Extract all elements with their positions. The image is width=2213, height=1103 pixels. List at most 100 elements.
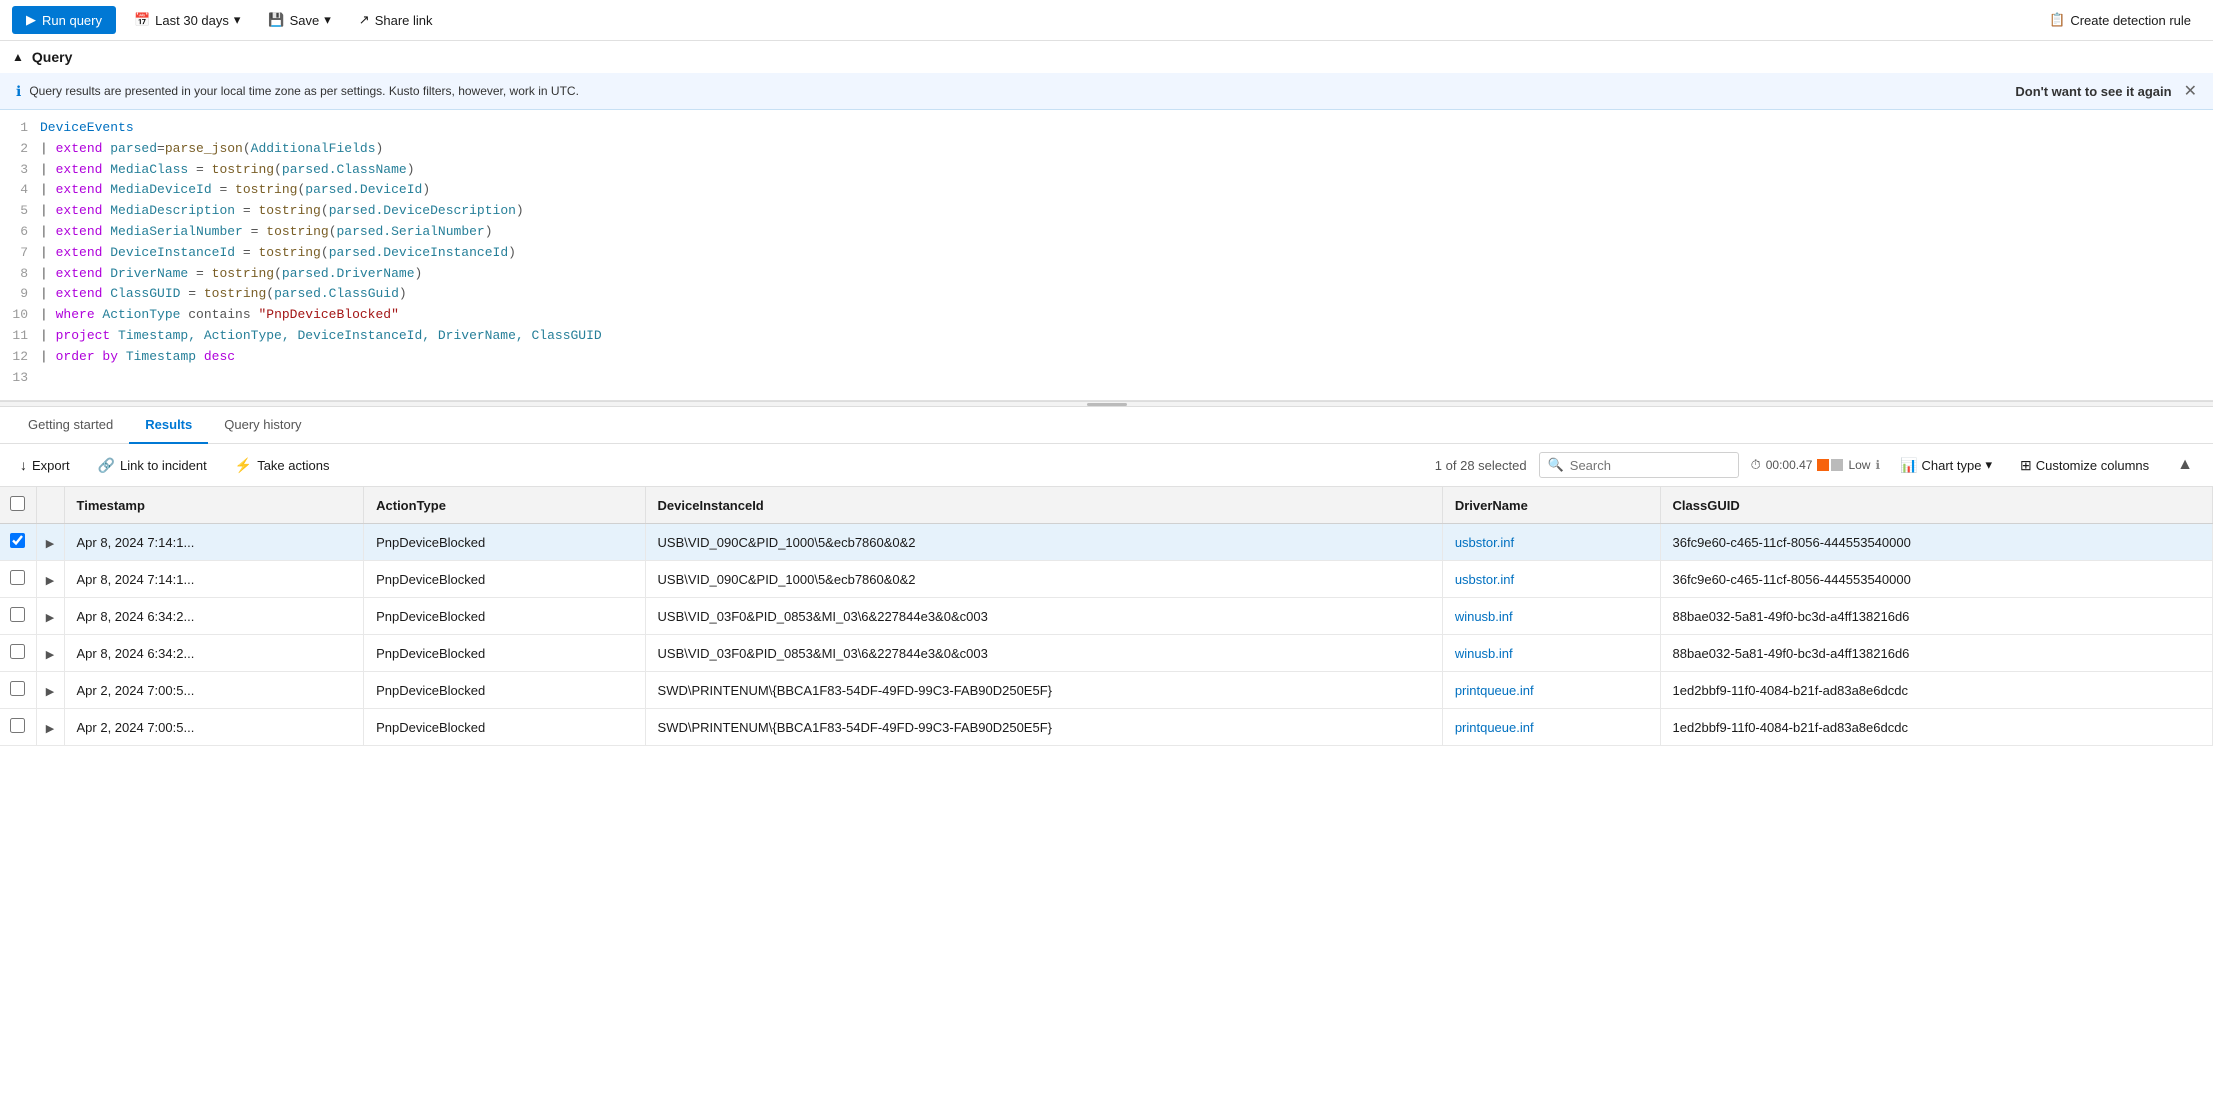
timer-sq-gray bbox=[1831, 459, 1843, 471]
select-all-header[interactable] bbox=[0, 487, 36, 524]
customize-columns-button[interactable]: ⊞ Customize columns bbox=[2012, 453, 2157, 478]
row-driver-name: winusb.inf bbox=[1442, 635, 1660, 672]
row-class-guid: 88bae032-5a81-49f0-bc3d-a4ff138216d6 bbox=[1660, 598, 2212, 635]
row-timestamp: Apr 8, 2024 6:34:2... bbox=[64, 598, 364, 635]
row-expand-button[interactable]: ▶ bbox=[46, 685, 54, 698]
info-banner-left: ℹ Query results are presented in your lo… bbox=[16, 83, 579, 100]
tab-results-label: Results bbox=[145, 417, 192, 432]
device-instance-id-header[interactable]: DeviceInstanceId bbox=[645, 487, 1442, 524]
table-row: ▶ Apr 2, 2024 7:00:5... PnpDeviceBlocked… bbox=[0, 672, 2213, 709]
code-line-9: 9 | extend ClassGUID = tostring(parsed.C… bbox=[0, 284, 2213, 305]
line-num-12: 12 bbox=[4, 347, 40, 368]
run-query-button[interactable]: ▶ Run query bbox=[12, 6, 116, 34]
select-all-checkbox[interactable] bbox=[10, 496, 25, 511]
row-expand-cell[interactable]: ▶ bbox=[36, 709, 64, 746]
row-checkbox[interactable] bbox=[10, 570, 25, 585]
row-action-type: PnpDeviceBlocked bbox=[364, 598, 645, 635]
row-checkbox[interactable] bbox=[10, 607, 25, 622]
timer-sq-orange bbox=[1817, 459, 1829, 471]
action-type-header[interactable]: ActionType bbox=[364, 487, 645, 524]
row-checkbox[interactable] bbox=[10, 644, 25, 659]
code-content-2: | extend parsed=parse_json(AdditionalFie… bbox=[40, 139, 383, 160]
create-detection-rule-button[interactable]: 📋 Create detection rule bbox=[2039, 7, 2201, 33]
date-range-button[interactable]: 📅 Last 30 days ▾ bbox=[124, 7, 250, 33]
row-expand-cell[interactable]: ▶ bbox=[36, 672, 64, 709]
line-num-7: 7 bbox=[4, 243, 40, 264]
row-expand-button[interactable]: ▶ bbox=[46, 574, 54, 587]
timestamp-header[interactable]: Timestamp bbox=[64, 487, 364, 524]
query-header-label: Query bbox=[32, 49, 72, 65]
row-device-instance-id: USB\VID_03F0&PID_0853&MI_03\6&227844e3&0… bbox=[645, 635, 1442, 672]
row-expand-button[interactable]: ▶ bbox=[46, 611, 54, 624]
row-expand-cell[interactable]: ▶ bbox=[36, 635, 64, 672]
row-checkbox-cell[interactable] bbox=[0, 672, 36, 709]
play-icon: ▶ bbox=[26, 12, 36, 28]
row-checkbox[interactable] bbox=[10, 718, 25, 733]
row-checkbox[interactable] bbox=[10, 681, 25, 696]
info-banner-close-button[interactable]: ✕ bbox=[2184, 81, 2197, 101]
search-input[interactable] bbox=[1570, 458, 1720, 473]
row-expand-cell[interactable]: ▶ bbox=[36, 598, 64, 635]
code-line-1: 1 DeviceEvents bbox=[0, 118, 2213, 139]
save-button[interactable]: 💾 Save ▾ bbox=[258, 7, 340, 33]
tab-query-history[interactable]: Query history bbox=[208, 407, 317, 444]
line-num-13: 13 bbox=[4, 368, 40, 389]
code-line-3: 3 | extend MediaClass = tostring(parsed.… bbox=[0, 160, 2213, 181]
chevron-down-icon: ▾ bbox=[234, 12, 241, 28]
row-expand-button[interactable]: ▶ bbox=[46, 648, 54, 661]
row-checkbox[interactable] bbox=[10, 533, 25, 548]
row-expand-button[interactable]: ▶ bbox=[46, 537, 54, 550]
line-num-11: 11 bbox=[4, 326, 40, 347]
results-section: Getting started Results Query history ↓ … bbox=[0, 407, 2213, 847]
results-table: Timestamp ActionType DeviceInstanceId Dr… bbox=[0, 487, 2213, 746]
scroll-up-button[interactable]: ▲ bbox=[2169, 452, 2201, 478]
run-query-label: Run query bbox=[42, 13, 102, 28]
main-toolbar: ▶ Run query 📅 Last 30 days ▾ 💾 Save ▾ ↗ … bbox=[0, 0, 2213, 41]
code-content-4: | extend MediaDeviceId = tostring(parsed… bbox=[40, 180, 430, 201]
row-class-guid: 36fc9e60-c465-11cf-8056-444553540000 bbox=[1660, 524, 2212, 561]
line-num-9: 9 bbox=[4, 284, 40, 305]
dont-show-label[interactable]: Don't want to see it again bbox=[2015, 84, 2171, 99]
row-checkbox-cell[interactable] bbox=[0, 598, 36, 635]
row-checkbox-cell[interactable] bbox=[0, 524, 36, 561]
row-driver-name: printqueue.inf bbox=[1442, 672, 1660, 709]
row-checkbox-cell[interactable] bbox=[0, 561, 36, 598]
row-checkbox-cell[interactable] bbox=[0, 709, 36, 746]
share-icon: ↗ bbox=[359, 12, 370, 28]
link-to-incident-button[interactable]: 🔗 Link to incident bbox=[90, 453, 215, 478]
table-row: ▶ Apr 8, 2024 7:14:1... PnpDeviceBlocked… bbox=[0, 561, 2213, 598]
code-line-8: 8 | extend DriverName = tostring(parsed.… bbox=[0, 264, 2213, 285]
tab-results[interactable]: Results bbox=[129, 407, 208, 444]
code-content-12: | order by Timestamp desc bbox=[40, 347, 235, 368]
chart-type-button[interactable]: 📊 Chart type ▾ bbox=[1892, 453, 2000, 478]
search-icon: 🔍 bbox=[1548, 457, 1564, 473]
line-num-3: 3 bbox=[4, 160, 40, 181]
tab-getting-started-label: Getting started bbox=[28, 417, 113, 432]
line-num-4: 4 bbox=[4, 180, 40, 201]
code-editor[interactable]: 1 DeviceEvents 2 | extend parsed=parse_j… bbox=[0, 110, 2213, 400]
device-instance-id-header-label: DeviceInstanceId bbox=[658, 498, 764, 513]
share-link-button[interactable]: ↗ Share link bbox=[349, 7, 443, 33]
row-timestamp: Apr 8, 2024 7:14:1... bbox=[64, 561, 364, 598]
class-guid-header[interactable]: ClassGUID bbox=[1660, 487, 2212, 524]
row-expand-cell[interactable]: ▶ bbox=[36, 561, 64, 598]
query-header[interactable]: ▲ Query bbox=[0, 41, 2213, 73]
search-box[interactable]: 🔍 bbox=[1539, 452, 1739, 478]
row-checkbox-cell[interactable] bbox=[0, 635, 36, 672]
table-header-row: Timestamp ActionType DeviceInstanceId Dr… bbox=[0, 487, 2213, 524]
take-actions-button[interactable]: ⚡ Take actions bbox=[227, 453, 338, 478]
divider-handle bbox=[1087, 403, 1127, 406]
row-expand-cell[interactable]: ▶ bbox=[36, 524, 64, 561]
info-message: Query results are presented in your loca… bbox=[29, 84, 579, 98]
row-driver-name: printqueue.inf bbox=[1442, 709, 1660, 746]
export-button[interactable]: ↓ Export bbox=[12, 453, 78, 477]
save-icon: 💾 bbox=[268, 12, 284, 28]
driver-name-header-label: DriverName bbox=[1455, 498, 1528, 513]
driver-name-header[interactable]: DriverName bbox=[1442, 487, 1660, 524]
tab-getting-started[interactable]: Getting started bbox=[12, 407, 129, 444]
actions-icon: ⚡ bbox=[235, 457, 252, 474]
code-line-12: 12 | order by Timestamp desc bbox=[0, 347, 2213, 368]
row-device-instance-id: USB\VID_03F0&PID_0853&MI_03\6&227844e3&0… bbox=[645, 598, 1442, 635]
date-range-label: Last 30 days bbox=[155, 13, 229, 28]
row-expand-button[interactable]: ▶ bbox=[46, 722, 54, 735]
